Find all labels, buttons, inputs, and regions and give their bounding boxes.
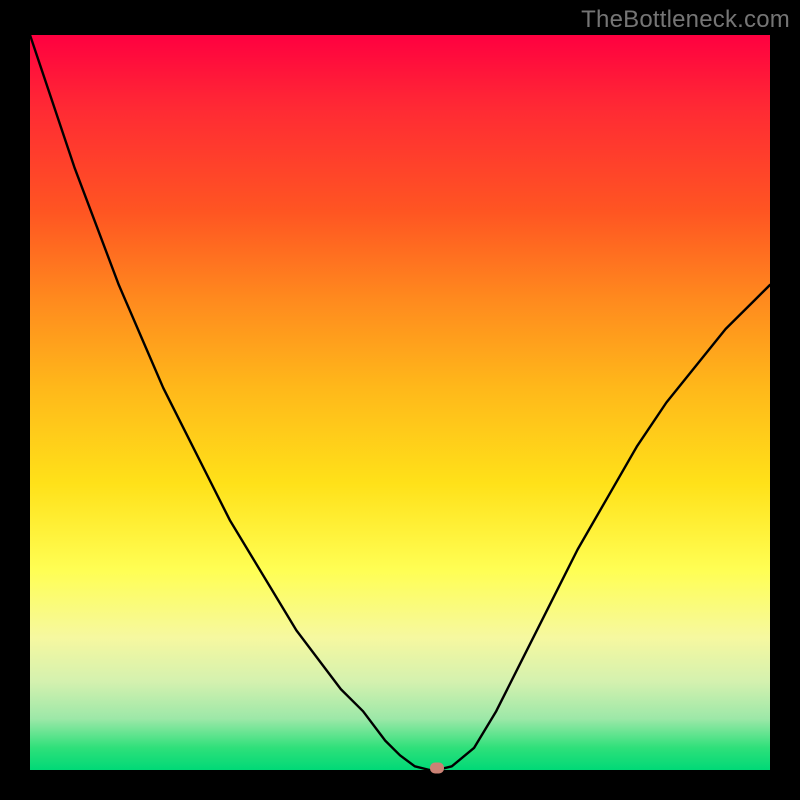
bottleneck-curve: [30, 35, 770, 770]
chart-container: TheBottleneck.com: [0, 0, 800, 800]
plot-area: [30, 35, 770, 770]
attribution-label: TheBottleneck.com: [581, 6, 790, 34]
optimal-point-marker: [430, 763, 444, 774]
